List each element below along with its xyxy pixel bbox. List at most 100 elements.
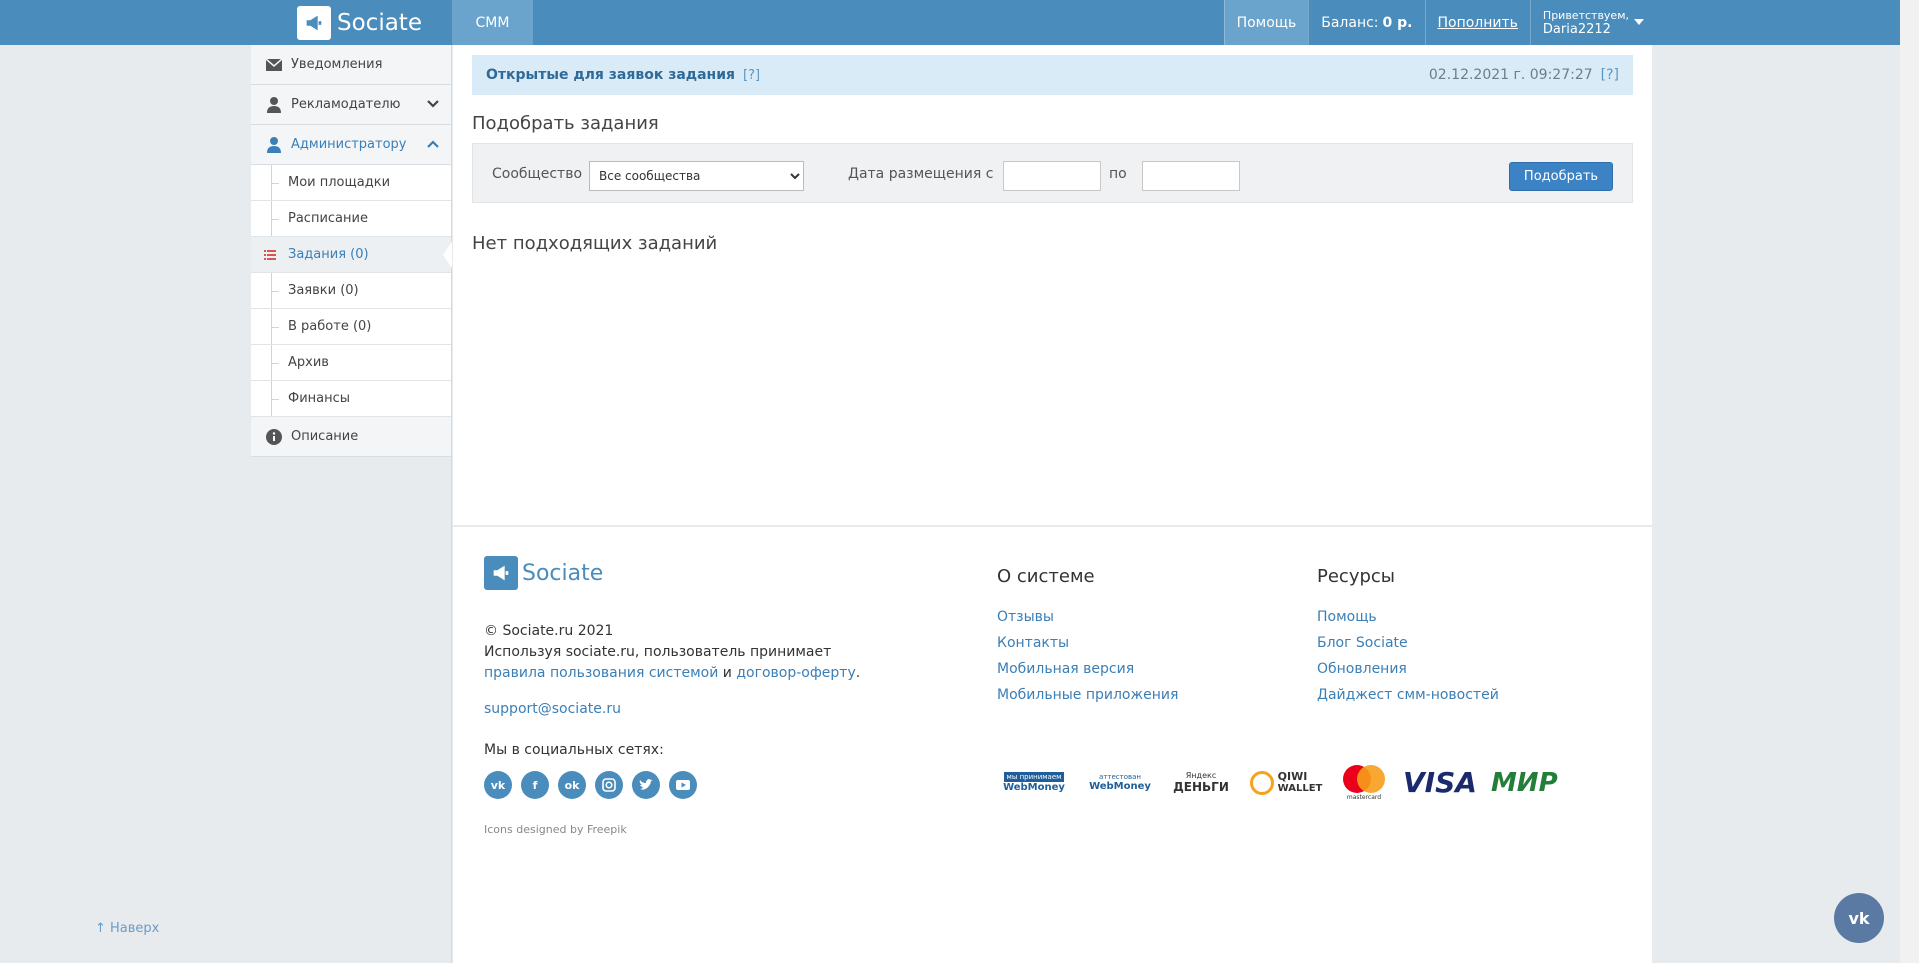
chevron-up-icon (427, 138, 439, 153)
payment-logos: мы принимаем WebMoney аттестован WebMone… (997, 764, 1558, 801)
user-menu[interactable]: Приветствуем, Daria2212 (1529, 0, 1651, 45)
webmoney-attested-logo: аттестован WebMoney (1085, 773, 1155, 792)
sidebar-item-notifications[interactable]: Уведомления (251, 45, 451, 85)
sidebar-item-admin[interactable]: Администратору (251, 125, 451, 165)
webmoney-accept-top: мы принимаем (1003, 772, 1065, 782)
twitter-icon[interactable] (632, 771, 660, 799)
sidebar-item-label: Рекламодателю (291, 97, 401, 112)
visa-logo: VISA (1403, 766, 1477, 799)
help-link[interactable]: Помощь (1223, 0, 1309, 45)
vk-float-button[interactable]: vk (1834, 893, 1884, 943)
pick-button[interactable]: Подобрать (1509, 162, 1613, 191)
footer-link-contacts[interactable]: Контакты (997, 635, 1178, 661)
sidebar-sub-in-progress[interactable]: В работе (0) (251, 309, 451, 345)
user-icon (265, 96, 283, 114)
footer-link-reviews[interactable]: Отзывы (997, 609, 1178, 635)
empty-state-text: Нет подходящих заданий (472, 233, 718, 254)
about-title: О системе (997, 566, 1095, 587)
notice-title: Открытые для заявок задания (486, 67, 735, 83)
mir-logo: МИР (1490, 767, 1558, 798)
mastercard-logo: mastercard (1339, 764, 1389, 801)
qiwi-text: QIWI WALLET (1277, 769, 1323, 795)
back-to-top-link[interactable]: ↑ Наверх (95, 921, 159, 936)
section-heading: Подобрать задания (472, 113, 659, 134)
footer-link-digest[interactable]: Дайджест смм-новостей (1317, 687, 1499, 713)
rules-link[interactable]: правила пользования системой (484, 665, 718, 681)
footer-logo[interactable]: Sociate (484, 556, 603, 590)
sidebar-item-description[interactable]: Описание (251, 417, 451, 457)
notice-bar: Открытые для заявок задания [?] 02.12.20… (472, 55, 1633, 95)
balance-value: 0 р. (1382, 14, 1413, 31)
period-text: . (855, 665, 861, 681)
sidebar-sub-tasks[interactable]: Задания (0) (251, 237, 452, 273)
date-help-link[interactable]: [?] (1601, 67, 1619, 83)
greeting-text: Приветствуем, (1542, 8, 1629, 22)
copyright: © Sociate.ru 2021 (484, 623, 614, 639)
date-to-label: по (1109, 166, 1127, 182)
envelope-icon (265, 56, 283, 74)
chevron-down-icon (427, 98, 439, 113)
webmoney-accept-logo: мы принимаем WebMoney (997, 772, 1071, 793)
top-bar-inner: Sociate СММ Помощь Баланс: 0 р. Пополнит… (251, 0, 1651, 45)
footer-logo-text: Sociate (522, 560, 604, 586)
resources-title: Ресурсы (1317, 566, 1396, 587)
footer-link-help[interactable]: Помощь (1317, 609, 1499, 635)
sidebar-sub-archive[interactable]: Архив (251, 345, 451, 381)
page-scrollbar[interactable] (1900, 0, 1919, 963)
social-icons: vk f ok (484, 771, 697, 799)
qiwi-bottom: WALLET (1277, 782, 1323, 794)
megaphone-icon (297, 5, 331, 40)
qiwi-circle-icon (1249, 770, 1274, 795)
date-to-input[interactable] (1142, 161, 1240, 191)
active-pointer (443, 242, 452, 268)
user-icon (265, 136, 283, 154)
instagram-icon[interactable] (595, 771, 623, 799)
top-bar: Sociate СММ Помощь Баланс: 0 р. Пополнит… (0, 0, 1900, 45)
yandex-money-logo: Яндекс ДЕНЬГИ (1169, 771, 1233, 794)
notice-date: 02.12.2021 г. 09:27:27 (1428, 67, 1593, 83)
sidebar-sub-finances[interactable]: Финансы (251, 381, 451, 417)
support-email-link[interactable]: support@sociate.ru (484, 699, 621, 720)
sidebar-item-advertiser[interactable]: Рекламодателю (251, 85, 451, 125)
webmoney-attested-top: аттестован (1099, 773, 1141, 781)
date-from-input[interactable] (1003, 161, 1101, 191)
sidebar-sub-my-platforms[interactable]: Мои площадки (251, 165, 451, 201)
odnoklassniki-icon[interactable]: ok (558, 771, 586, 799)
webmoney-attested-bottom: WebMoney (1089, 781, 1151, 792)
site-logo[interactable]: Sociate (297, 5, 422, 40)
notice-help-link[interactable]: [?] (743, 68, 760, 83)
caret-down-icon (1634, 19, 1644, 25)
community-label: Сообщество (492, 166, 583, 182)
list-icon (264, 249, 276, 264)
footer-link-blog[interactable]: Блог Sociate (1317, 635, 1499, 661)
sidebar: Уведомления Рекламодателю Администратору… (251, 45, 452, 963)
youtube-icon[interactable] (669, 771, 697, 799)
and-text: и (722, 665, 732, 681)
tab-smm[interactable]: СММ (452, 0, 533, 45)
mastercard-circles-icon (1343, 765, 1385, 793)
footer-link-mobile-version[interactable]: Мобильная версия (997, 661, 1178, 687)
sidebar-sub-schedule[interactable]: Расписание (251, 201, 451, 237)
footer: Sociate © Sociate.ru 2021 Используя soci… (453, 526, 1652, 963)
facebook-icon[interactable]: f (521, 771, 549, 799)
topup-link[interactable]: Пополнить (1424, 0, 1530, 45)
sidebar-sub-requests[interactable]: Заявки (0) (251, 273, 451, 309)
qiwi-top: QIWI (1277, 769, 1308, 783)
top-bar-right: Помощь Баланс: 0 р. Пополнить Приветству… (1223, 0, 1651, 45)
yandex-money-bottom: ДЕНЬГИ (1173, 780, 1229, 794)
mastercard-text: mastercard (1346, 794, 1382, 801)
vk-icon[interactable]: vk (484, 771, 512, 799)
community-select[interactable]: Все сообщества (589, 161, 804, 191)
usage-text: Используя sociate.ru, пользователь прини… (484, 644, 832, 660)
sidebar-item-label: Описание (291, 429, 359, 444)
about-links: Отзывы Контакты Мобильная версия Мобильн… (997, 609, 1178, 713)
icons-credit: Icons designed by Freepik (484, 823, 627, 836)
sidebar-item-label: Администратору (291, 137, 407, 152)
footer-link-mobile-apps[interactable]: Мобильные приложения (997, 687, 1178, 713)
sidebar-item-label: Уведомления (291, 57, 383, 72)
usage-links: правила пользования системой и договор-о… (484, 663, 860, 684)
offer-link[interactable]: договор-оферту (736, 665, 855, 681)
footer-link-updates[interactable]: Обновления (1317, 661, 1499, 687)
balance: Баланс: 0 р. (1308, 0, 1424, 45)
resources-links: Помощь Блог Sociate Обновления Дайджест … (1317, 609, 1499, 713)
